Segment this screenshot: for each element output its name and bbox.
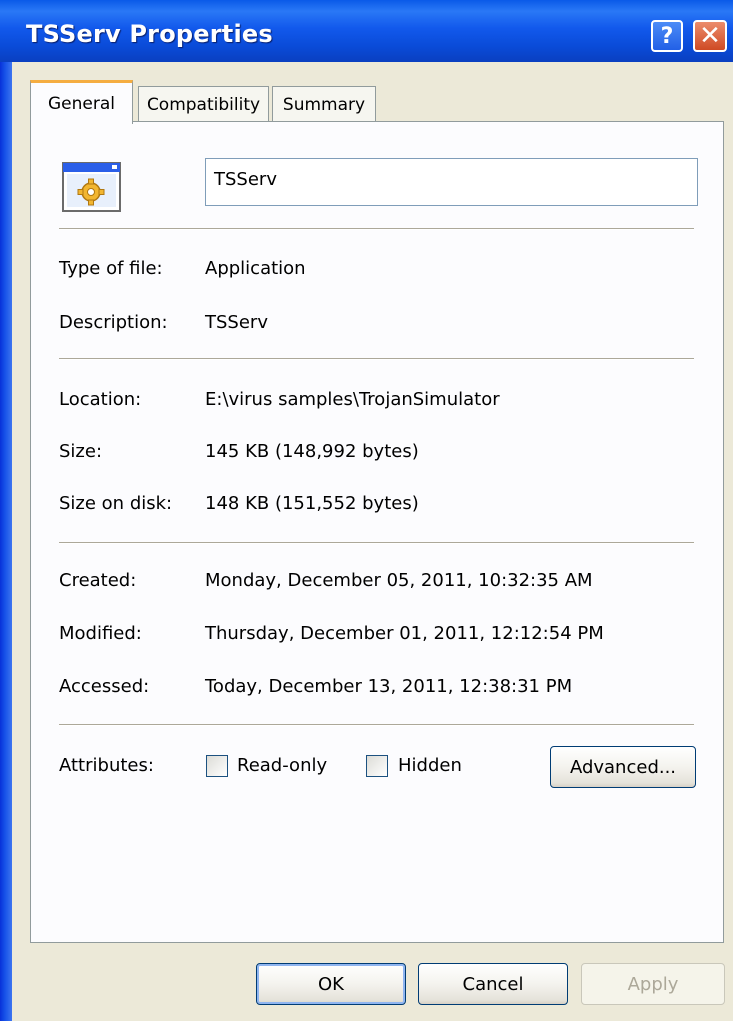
tab-summary-label: Summary <box>282 94 366 115</box>
location-value: E:\virus samples\TrojanSimulator <box>205 389 500 410</box>
accessed-value: Today, December 13, 2011, 12:38:31 PM <box>205 676 573 697</box>
hidden-label[interactable]: Hidden <box>398 755 462 776</box>
description-value: TSServ <box>205 312 268 333</box>
tab-general-label: General <box>48 93 115 114</box>
separator <box>59 542 694 544</box>
apply-button[interactable]: Apply <box>581 963 725 1005</box>
size-on-disk-value: 148 KB (151,552 bytes) <box>205 493 419 514</box>
tab-summary[interactable]: Summary <box>272 86 376 122</box>
tab-general[interactable]: General <box>30 80 133 124</box>
accessed-label: Accessed: <box>59 676 150 697</box>
ok-button[interactable]: OK <box>256 963 406 1005</box>
read-only-checkbox[interactable] <box>206 755 228 777</box>
tab-compatibility[interactable]: Compatibility <box>138 86 269 122</box>
attributes-label: Attributes: <box>59 755 154 776</box>
window-frame-left <box>0 0 12 1021</box>
read-only-label[interactable]: Read-only <box>237 755 327 776</box>
properties-dialog: TSServ Properties ? ✕ General Compatibil… <box>0 0 733 1021</box>
size-on-disk-label: Size on disk: <box>59 493 173 514</box>
type-of-file-label: Type of file: <box>59 258 163 279</box>
modified-value: Thursday, December 01, 2011, 12:12:54 PM <box>205 623 604 644</box>
hidden-checkbox[interactable] <box>366 755 388 777</box>
separator <box>59 358 694 360</box>
close-icon: ✕ <box>699 21 721 51</box>
modified-label: Modified: <box>59 623 142 644</box>
separator <box>59 724 694 726</box>
location-label: Location: <box>59 389 142 410</box>
application-icon <box>62 162 121 212</box>
type-of-file-value: Application <box>205 258 306 279</box>
size-value: 145 KB (148,992 bytes) <box>205 441 419 462</box>
help-button[interactable]: ? <box>651 20 683 52</box>
close-button[interactable]: ✕ <box>693 20 727 52</box>
help-icon: ? <box>660 23 674 49</box>
advanced-button[interactable]: Advanced... <box>550 746 696 788</box>
general-tab-panel <box>30 121 724 943</box>
title-bar[interactable]: TSServ Properties ? ✕ <box>0 0 733 62</box>
separator <box>59 228 694 230</box>
tab-compatibility-label: Compatibility <box>146 94 261 115</box>
size-label: Size: <box>59 441 103 462</box>
window-title: TSServ Properties <box>26 20 273 48</box>
cancel-button[interactable]: Cancel <box>418 963 568 1005</box>
description-label: Description: <box>59 312 168 333</box>
created-label: Created: <box>59 570 137 591</box>
created-value: Monday, December 05, 2011, 10:32:35 AM <box>205 570 593 591</box>
file-name-input[interactable]: TSServ <box>205 158 698 206</box>
